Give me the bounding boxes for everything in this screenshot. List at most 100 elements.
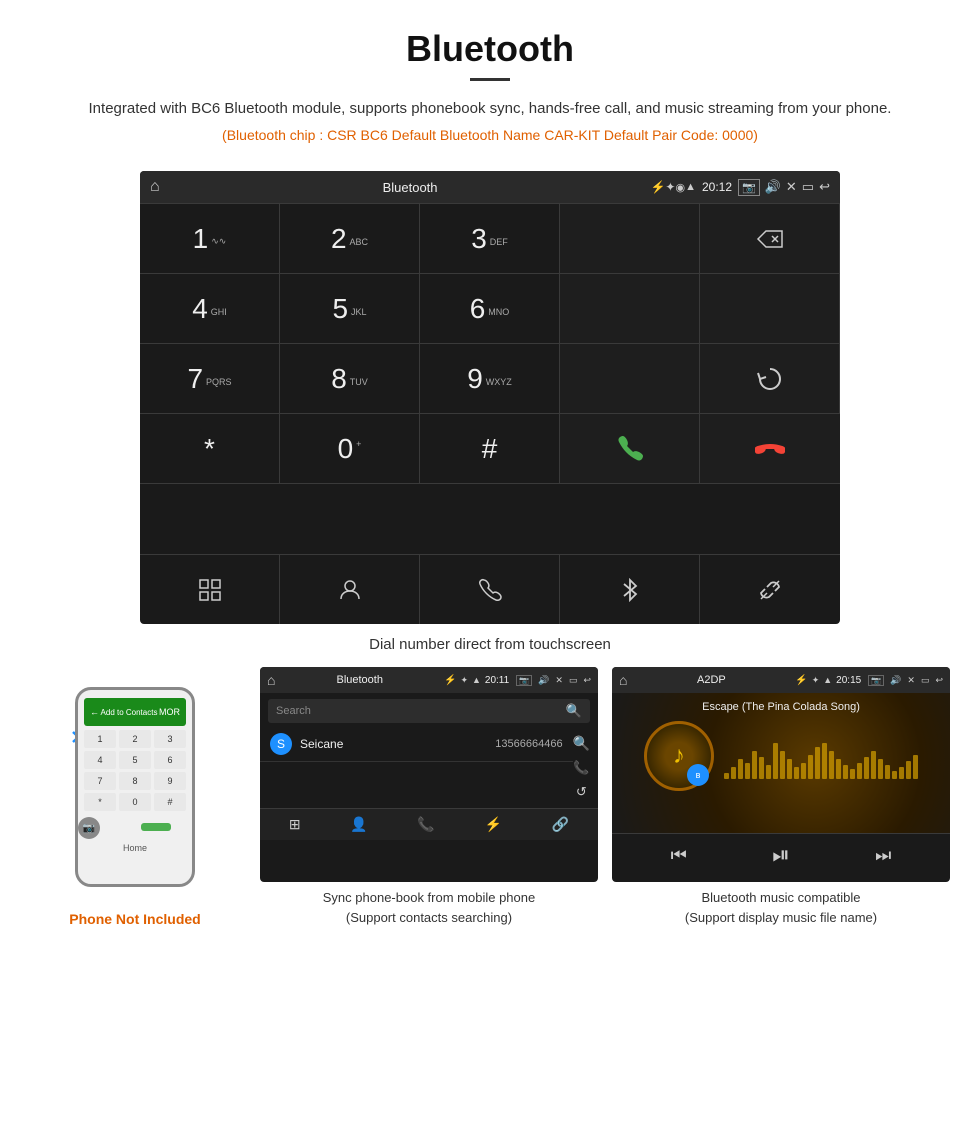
eq-bar	[731, 767, 736, 779]
music-title: A2DP	[631, 674, 791, 686]
pb-title: Bluetooth	[279, 674, 440, 686]
page-specs: (Bluetooth chip : CSR BC6 Default Blueto…	[60, 127, 920, 143]
main-screen-wrapper: ⌂ Bluetooth ⚡ ✦ ◉ ▲ 20:12 📷 🔊 ✕ ▭ ↩ 1 ∿∿	[0, 153, 980, 628]
pb-nav-phone[interactable]: 📞	[417, 816, 434, 833]
home-icon[interactable]: ⌂	[150, 178, 160, 196]
pb-phone-right-icon[interactable]: 📞	[573, 760, 589, 776]
music-screen-block: ⌂ A2DP ⚡ ✦ ▲ 20:15 📷 🔊 ✕ ▭ ↩ Escape (The…	[612, 667, 950, 927]
music-cam-icon[interactable]: 📷	[868, 675, 884, 686]
pb-avatar: S	[270, 733, 292, 755]
dial-key-8[interactable]: 8 TUV	[280, 344, 420, 414]
prev-track-button[interactable]: ⏮	[671, 845, 687, 866]
camera-icon[interactable]: 📷	[738, 179, 760, 196]
dial-key-7[interactable]: 7 PQRS	[140, 344, 280, 414]
page-title: Bluetooth	[60, 28, 920, 70]
dial-key-1[interactable]: 1 ∿∿	[140, 204, 280, 274]
call-button[interactable]	[560, 414, 700, 484]
pb-nav-link[interactable]: 🔗	[552, 816, 569, 833]
bt-badge: ʙ	[687, 764, 709, 786]
music-album-art: ♪ ʙ	[644, 721, 714, 791]
eq-bar	[738, 759, 743, 779]
eq-bar	[787, 759, 792, 779]
music-status-bar: ⌂ A2DP ⚡ ✦ ▲ 20:15 📷 🔊 ✕ ▭ ↩	[612, 667, 950, 693]
contacts-icon-button[interactable]	[280, 555, 420, 624]
eq-bar	[794, 767, 799, 779]
music-note-icon: ♪	[673, 742, 685, 770]
pb-search-bar[interactable]: Search 🔍	[268, 699, 590, 723]
dial-key-4[interactable]: 4 GHI	[140, 274, 280, 344]
pb-list: S Seicane 13566664466	[260, 727, 573, 808]
eq-bar	[829, 751, 834, 779]
dial-empty-3a	[560, 344, 700, 414]
back-icon[interactable]: ↩	[819, 179, 830, 195]
eq-bar	[780, 751, 785, 779]
music-content: Escape (The Pina Colada Song) ♪ ʙ	[612, 693, 950, 833]
dial-key-star[interactable]: *	[140, 414, 280, 484]
end-call-button[interactable]	[700, 414, 840, 484]
pb-entry-seicane[interactable]: S Seicane 13566664466	[260, 727, 573, 762]
dial-key-0[interactable]: 0 +	[280, 414, 420, 484]
eq-bar	[864, 757, 869, 779]
eq-bar	[878, 759, 883, 779]
backspace-button[interactable]	[700, 204, 840, 274]
eq-bar	[822, 743, 827, 779]
music-vol-icon[interactable]: 🔊	[890, 675, 901, 686]
pb-usb-icon: ⚡	[444, 675, 456, 686]
pb-vol-icon[interactable]: 🔊	[538, 675, 549, 686]
refresh-button[interactable]	[700, 344, 840, 414]
volume-icon[interactable]: 🔊	[765, 179, 781, 195]
pb-contact-name: Seicane	[300, 737, 495, 751]
dial-key-9[interactable]: 9 WXYZ	[420, 344, 560, 414]
pb-nav-bt[interactable]: ⚡	[485, 816, 502, 833]
music-x-icon[interactable]: ✕	[907, 675, 915, 686]
bluetooth-icon-button[interactable]	[560, 555, 700, 624]
pb-search-right-icon[interactable]: 🔍	[573, 735, 590, 752]
link-icon-button[interactable]	[700, 555, 840, 624]
music-win-icon[interactable]: ▭	[921, 675, 930, 686]
pb-nav-grid[interactable]: ⊞	[289, 816, 301, 833]
music-signal: ▲	[823, 675, 832, 685]
next-track-button[interactable]: ⏭	[875, 845, 891, 866]
usb-icon: ⚡	[650, 180, 665, 194]
search-icon[interactable]: 🔍	[566, 703, 582, 719]
page-header: Bluetooth Integrated with BC6 Bluetooth …	[0, 0, 980, 153]
close-icon[interactable]: ✕	[786, 179, 797, 195]
music-bt-icon: ✦	[812, 675, 820, 686]
music-home-icon[interactable]: ⌂	[619, 672, 627, 688]
dial-key-6[interactable]: 6 MNO	[420, 274, 560, 344]
pb-refresh-right-icon[interactable]: ↺	[576, 784, 587, 800]
bluetooth-status-icon: ✦	[665, 180, 675, 194]
pb-main-content: S Seicane 13566664466 🔍 📞 ↺	[260, 727, 598, 808]
pb-back-icon[interactable]: ↩	[583, 675, 591, 686]
pb-nav-person[interactable]: 👤	[350, 816, 367, 833]
main-screen-title: Bluetooth	[170, 180, 651, 195]
pb-win-icon[interactable]: ▭	[569, 675, 578, 686]
pb-time: 20:11	[485, 675, 509, 686]
location-icon: ◉	[675, 181, 685, 194]
status-right-icons: 📷 🔊 ✕ ▭ ↩	[738, 179, 830, 196]
phone-icon-button[interactable]	[420, 555, 560, 624]
window-icon[interactable]: ▭	[802, 179, 814, 195]
pb-bottom-nav: ⊞ 👤 📞 ⚡ 🔗	[260, 808, 598, 840]
eq-bar	[850, 769, 855, 779]
grid-icon-button[interactable]	[140, 555, 280, 624]
play-pause-button[interactable]: ⏯	[772, 842, 790, 868]
dial-key-5[interactable]: 5 JKL	[280, 274, 420, 344]
pb-status-bar: ⌂ Bluetooth ⚡ ✦ ▲ 20:11 📷 🔊 ✕ ▭ ↩	[260, 667, 598, 693]
phone-side: ← Add to Contacts MOR 123 456 789 *0# 📷 …	[30, 667, 240, 927]
music-back-icon[interactable]: ↩	[935, 675, 943, 686]
pb-x-icon[interactable]: ✕	[555, 675, 563, 686]
dial-key-2[interactable]: 2 ABC	[280, 204, 420, 274]
eq-bar	[808, 755, 813, 779]
music-caption: Bluetooth music compatible (Support disp…	[612, 882, 950, 927]
eq-bar	[843, 765, 848, 779]
dial-empty-2a	[560, 274, 700, 344]
title-divider	[470, 78, 510, 81]
status-time: 20:12	[702, 180, 732, 194]
pb-home-icon[interactable]: ⌂	[267, 672, 275, 688]
dial-key-hash[interactable]: #	[420, 414, 560, 484]
dial-empty-2b	[700, 274, 840, 344]
music-screen: ⌂ A2DP ⚡ ✦ ▲ 20:15 📷 🔊 ✕ ▭ ↩ Escape (The…	[612, 667, 950, 882]
pb-cam-icon[interactable]: 📷	[516, 675, 532, 686]
dial-key-3[interactable]: 3 DEF	[420, 204, 560, 274]
